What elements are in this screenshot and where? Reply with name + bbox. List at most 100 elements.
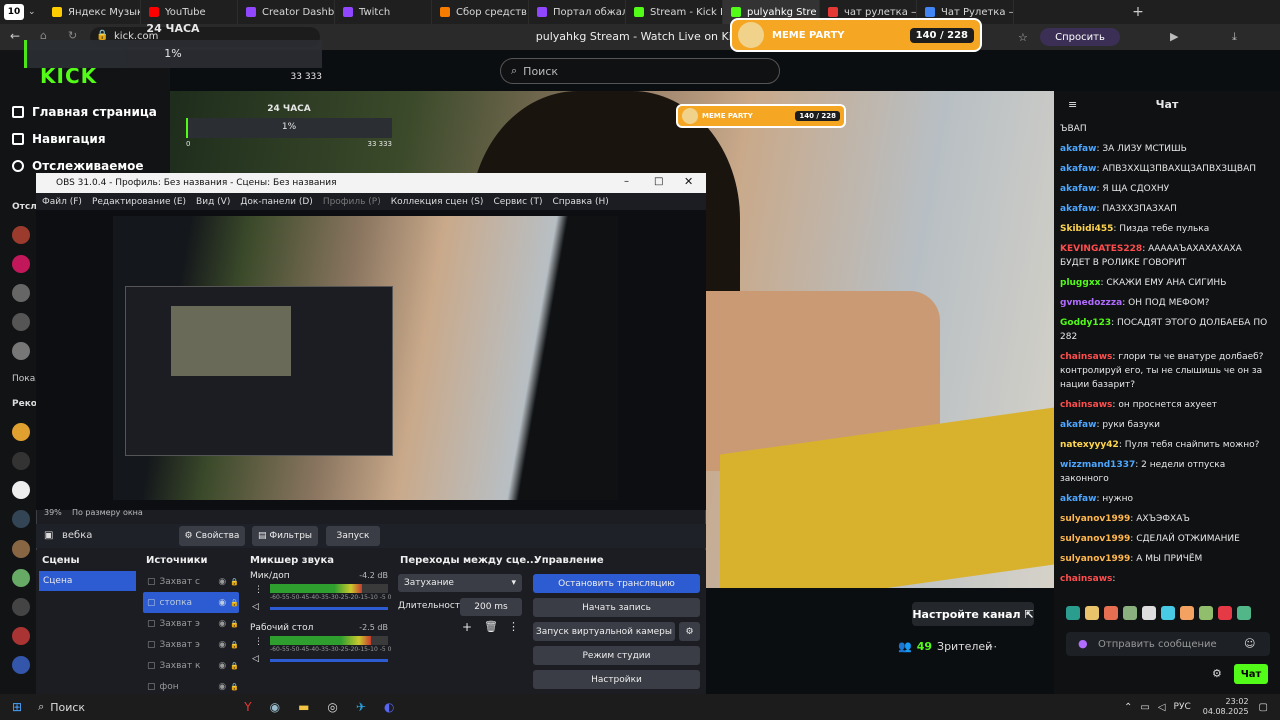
avatar[interactable] [12,510,30,528]
avatar[interactable] [12,481,30,499]
browser-tab[interactable]: Twitch [335,0,432,24]
lock-icon[interactable]: 🔒 [230,620,239,628]
properties-button[interactable]: ⚙ Свойства [179,526,245,546]
chat-username[interactable]: akafaw [1060,164,1096,174]
avatar[interactable] [12,569,30,587]
emote-icon[interactable] [1180,606,1194,620]
chat-username[interactable]: KEVINGATES228 [1060,244,1142,254]
virtual-camera-button[interactable]: Запуск виртуальной камеры [533,622,675,641]
chat-username[interactable]: akafaw [1060,420,1096,430]
avatar[interactable] [12,284,30,302]
chat-username[interactable]: Skibidi455 [1060,224,1113,234]
filters-button[interactable]: ▤ Фильтры [252,526,318,546]
obs-icon[interactable]: ◎ [327,700,337,714]
volume-icon[interactable]: ◁ [1158,702,1166,713]
download-icon[interactable]: ⤓ [1232,30,1237,44]
close-icon[interactable]: ✕ [684,175,693,188]
chat-username[interactable]: sulyanov1999 [1060,514,1130,524]
browser-tab[interactable]: Яндекс Музыка [44,0,141,24]
maximize-icon[interactable]: □ [654,176,663,187]
notifications-icon[interactable]: ▢ [1259,702,1268,713]
emote-icon[interactable] [1085,606,1099,620]
obs-menu-item[interactable]: Вид (V) [196,197,230,207]
volume-slider[interactable] [270,659,388,662]
chat-username[interactable]: akafaw [1060,494,1096,504]
source-item[interactable]: ▢ Захват э ◉ 🔒 [143,634,239,655]
avatar[interactable] [12,342,30,360]
avatar[interactable] [12,313,30,331]
avatar[interactable] [12,226,30,244]
setup-channel-button[interactable]: Настройте канал ⇱ [912,602,1034,626]
chat-username[interactable]: pluggxx [1060,278,1100,288]
windows-start-icon[interactable]: ⊞ [12,700,22,714]
obs-menu-item[interactable]: Редактирование (E) [92,197,186,207]
obs-preview[interactable] [113,216,618,500]
obs-menu-item[interactable]: Коллекция сцен (S) [391,197,484,207]
emote-icon[interactable] [1218,606,1232,620]
start-recording-button[interactable]: Начать запись [533,598,700,617]
more-icon[interactable]: ⋮ [254,585,263,595]
yandex-browser-icon[interactable]: Y [244,700,251,714]
search-input[interactable]: ⌕ Поиск [500,58,780,84]
chat-username[interactable]: natexyyy42 [1060,440,1119,450]
folder-icon[interactable]: ▬ [298,700,309,714]
emote-icon[interactable] [1237,606,1251,620]
discord-icon[interactable]: ◐ [384,700,394,714]
nav-browse[interactable]: Навигация [12,132,106,146]
nav-following[interactable]: Отслеживаемое [12,159,144,173]
ask-button[interactable]: Спросить [1040,28,1120,46]
trash-icon[interactable]: 🗑 [484,620,498,633]
avatar[interactable] [12,423,30,441]
chat-username[interactable]: sulyanov1999 [1060,534,1130,544]
eye-icon[interactable]: ◉ [218,661,226,671]
emote-icon[interactable] [1142,606,1156,620]
stop-stream-button[interactable]: Остановить трансляцию [533,574,700,593]
eye-icon[interactable]: ◉ [218,640,226,650]
new-tab-button[interactable]: + [1126,4,1150,20]
microphone-icon[interactable]: ● [1078,637,1088,650]
add-icon[interactable]: + [462,620,472,634]
bookmark-icon[interactable]: ☆ [1018,31,1028,44]
lock-icon[interactable]: 🔒 [230,662,239,670]
tray-chevron-icon[interactable]: ⌃ [1124,702,1132,713]
browser-tab[interactable]: Stream - Kick Das [626,0,723,24]
minimize-icon[interactable]: – [624,176,629,187]
avatar[interactable] [12,598,30,616]
avatar[interactable] [12,452,30,470]
chat-username[interactable]: chainsaws [1060,400,1112,410]
duration-input[interactable]: 200 ms [460,598,522,616]
taskbar-search[interactable]: Поиск [50,701,200,714]
obs-menu-item[interactable]: Док-панели (D) [240,197,312,207]
chat-username[interactable]: sulyanov1999 [1060,554,1130,564]
browser-tab[interactable]: YouTube [141,0,238,24]
browser-tab[interactable]: Сбор средств - В [432,0,529,24]
emote-icon[interactable] [1161,606,1175,620]
lock-icon[interactable]: 🔒 [230,641,239,649]
chat-send-button[interactable]: Чат [1234,664,1268,684]
source-item[interactable]: ▢ Захват к ◉ 🔒 [143,655,239,676]
chat-username[interactable]: akafaw [1060,144,1096,154]
steam-icon[interactable]: ◉ [270,700,280,714]
eye-icon[interactable]: ◉ [218,682,226,692]
back-icon[interactable]: ← [10,29,20,43]
lock-icon[interactable]: 🔒 [230,578,239,586]
settings-icon[interactable]: ⚙ [1212,667,1222,680]
launch-button[interactable]: Запуск [326,526,380,546]
lock-icon[interactable]: 🔒 [230,683,239,691]
network-icon[interactable]: ▭ [1140,702,1149,713]
virtual-camera-settings-button[interactable]: ⚙ [679,622,700,641]
emote-icon[interactable] [1123,606,1137,620]
language-indicator[interactable]: РУС [1174,702,1191,712]
speaker-icon[interactable]: ◁ [252,602,259,612]
emote-icon[interactable] [1104,606,1118,620]
browser-tab[interactable]: Creator Dashboar [238,0,335,24]
source-item[interactable]: ▢ Захват с ◉ 🔒 [143,571,239,592]
tab-list-icon[interactable]: ⌄ [28,7,44,17]
source-item[interactable]: ▢ Захват э ◉ 🔒 [143,613,239,634]
chat-username[interactable]: chainsaws [1060,352,1112,362]
emote-icon[interactable] [1199,606,1213,620]
chat-username[interactable]: wizzmand1337 [1060,460,1135,470]
chat-username[interactable]: gvmedozzza [1060,298,1122,308]
more-icon[interactable]: ⋮ [508,620,519,633]
lock-icon[interactable]: 🔒 [230,599,239,607]
